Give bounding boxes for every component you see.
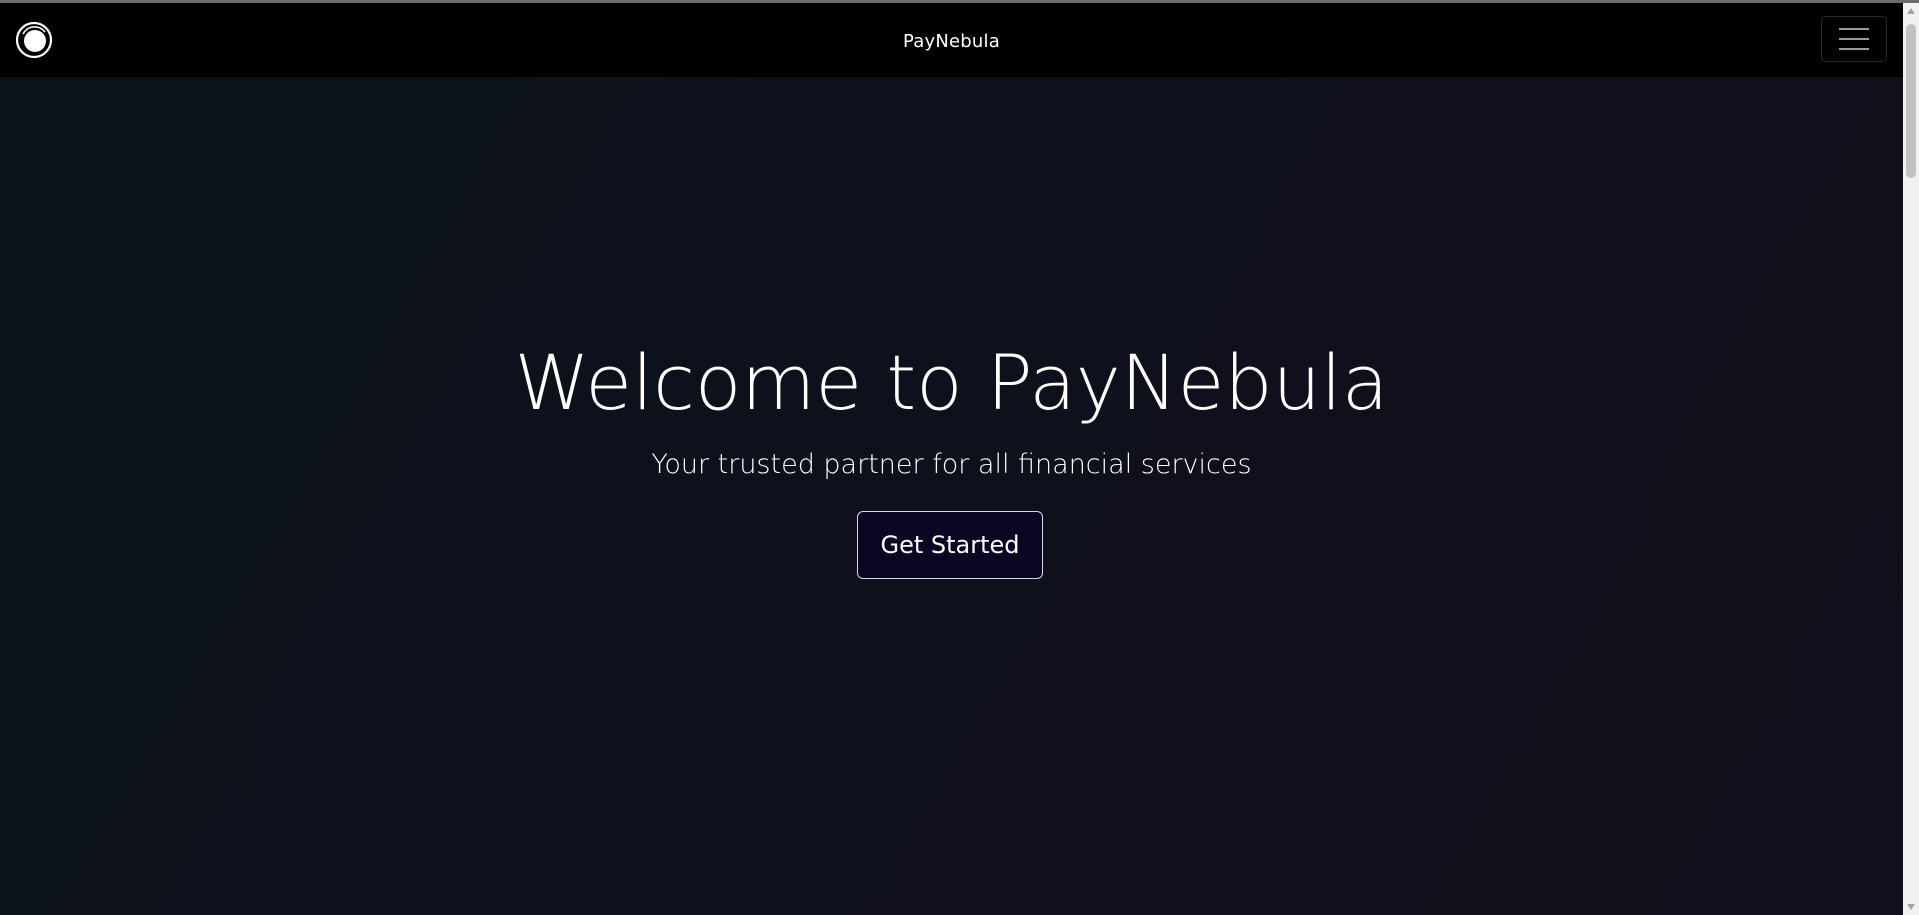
vertical-scrollbar[interactable]	[1903, 0, 1919, 915]
page-viewport: PayNebula Welcome to PayNebula Your trus…	[0, 0, 1903, 915]
hamburger-menu-icon	[1839, 28, 1869, 50]
window-top-border	[0, 0, 1919, 3]
get-started-button[interactable]: Get Started	[857, 511, 1043, 579]
navbar: PayNebula	[0, 3, 1903, 77]
hero-title: Welcome to PayNebula	[514, 338, 1389, 427]
scrollbar-thumb[interactable]	[1906, 24, 1916, 178]
brand-link[interactable]: PayNebula	[903, 31, 1000, 52]
hero-subtitle: Your trusted partner for all financial s…	[651, 449, 1252, 480]
navbar-toggle-button[interactable]	[1821, 16, 1887, 62]
navbar-brand: PayNebula	[0, 31, 1903, 52]
scroll-down-arrow-icon[interactable]	[1907, 904, 1915, 910]
hero-section: Welcome to PayNebula Your trusted partne…	[0, 77, 1903, 915]
scroll-up-arrow-icon[interactable]	[1907, 8, 1915, 14]
